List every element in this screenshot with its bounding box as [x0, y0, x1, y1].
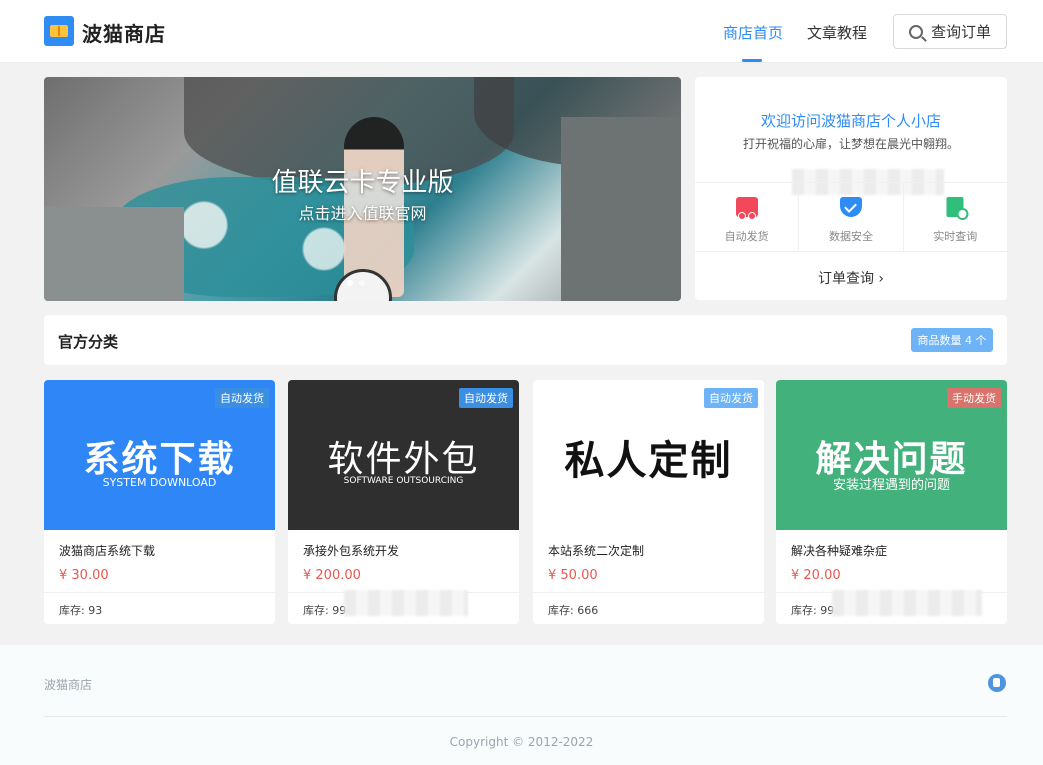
product-name[interactable]: 承接外包系统开发	[303, 542, 399, 559]
product-price: ¥ 50.00	[548, 568, 598, 583]
product-price: ¥ 20.00	[791, 568, 841, 583]
order-query-link[interactable]: 订单查询 ›	[695, 268, 1007, 288]
delivery-tag: 自动发货	[459, 388, 513, 408]
product-stock: 库存: 666	[548, 604, 599, 617]
feature-row: 自动发货 数据安全 实时查询	[695, 182, 1007, 252]
welcome-title: 欢迎访问波猫商店个人小店	[760, 112, 941, 130]
product-image-subtitle: SOFTWARE OUTSOURCING	[343, 476, 464, 486]
document-search-icon	[946, 197, 969, 220]
feature-label: 数据安全	[828, 230, 873, 243]
query-order-label: 查询订单	[930, 23, 991, 41]
product-image-subtitle: 安装过程遇到的问题	[832, 478, 950, 493]
product-count-badge: 商品数量 4 个	[911, 328, 993, 352]
product-card[interactable]: 解决问题 安装过程遇到的问题 手动发货 解决各种疑难杂症 ¥ 20.00 库存:…	[776, 380, 1007, 624]
delivery-tag: 自动发货	[215, 388, 269, 408]
header: 波猫商店 商店首页 文章教程 查询订单	[0, 0, 1043, 63]
redacted-area	[344, 590, 468, 616]
delivery-tag: 手动发货	[947, 388, 1001, 408]
product-image-subtitle: SYSTEM DOWNLOAD	[102, 476, 217, 489]
nav-active-indicator	[742, 59, 762, 62]
brand-name[interactable]: 波猫商店	[82, 18, 166, 47]
shield-icon	[839, 197, 862, 217]
product-stock: 库存: 99	[303, 604, 347, 617]
product-image-title: 系统下载	[83, 439, 236, 480]
feature-realtime-query: 实时查询	[904, 183, 1007, 251]
product-card[interactable]: 软件外包 SOFTWARE OUTSOURCING 自动发货 承接外包系统开发 …	[288, 380, 519, 624]
hero-banner[interactable]: 值联云卡专业版 点击进入值联官网	[44, 77, 681, 301]
truck-icon	[735, 197, 758, 220]
carousel-dots	[347, 280, 365, 286]
carousel-dot[interactable]	[359, 280, 365, 286]
feature-label: 实时查询	[933, 230, 978, 243]
product-name[interactable]: 解决各种疑难杂症	[791, 542, 887, 559]
nav-articles[interactable]: 文章教程	[807, 22, 867, 43]
product-image-title: 私人定制	[564, 437, 733, 484]
banner-title: 值联云卡专业版	[271, 168, 454, 198]
welcome-description: 打开祝福的心扉，让梦想在晨光中翱翔。	[742, 137, 959, 151]
query-order-button[interactable]: 查询订单	[893, 14, 1007, 49]
product-card[interactable]: 私人定制 自动发货 本站系统二次定制 ¥ 50.00 库存: 666	[533, 380, 764, 624]
product-price: ¥ 30.00	[59, 568, 109, 583]
feature-data-security: 数据安全	[799, 183, 904, 251]
welcome-card: 欢迎访问波猫商店个人小店 打开祝福的心扉，让梦想在晨光中翱翔。 自动发货 数据安…	[695, 77, 1007, 300]
product-name[interactable]: 本站系统二次定制	[548, 542, 644, 559]
footer-brand[interactable]: 波猫商店	[44, 676, 92, 693]
banner-subtitle: 点击进入值联官网	[298, 204, 427, 223]
carousel-dot[interactable]	[347, 280, 353, 286]
product-stock: 库存: 93	[59, 604, 103, 617]
category-title: 官方分类	[58, 333, 119, 351]
copyright: Copyright © 2012-2022	[449, 735, 594, 749]
feature-label: 自动发货	[724, 230, 769, 243]
feature-auto-delivery: 自动发货	[695, 183, 800, 251]
delivery-tag: 自动发货	[704, 388, 758, 408]
back-to-top-icon[interactable]	[988, 674, 1006, 692]
footer: 波猫商店 Copyright © 2012-2022	[0, 645, 1043, 765]
nav-store-home[interactable]: 商店首页	[723, 22, 783, 43]
store-logo-icon[interactable]	[44, 16, 74, 46]
product-image-title: 软件外包	[327, 439, 480, 480]
search-icon	[908, 24, 923, 39]
product-name[interactable]: 波猫商店系统下载	[59, 542, 155, 559]
redacted-area	[832, 590, 982, 616]
product-price: ¥ 200.00	[303, 568, 361, 583]
product-card[interactable]: 系统下载 SYSTEM DOWNLOAD 自动发货 波猫商店系统下载 ¥ 30.…	[44, 380, 275, 624]
category-bar: 官方分类 商品数量 4 个	[44, 315, 1007, 365]
